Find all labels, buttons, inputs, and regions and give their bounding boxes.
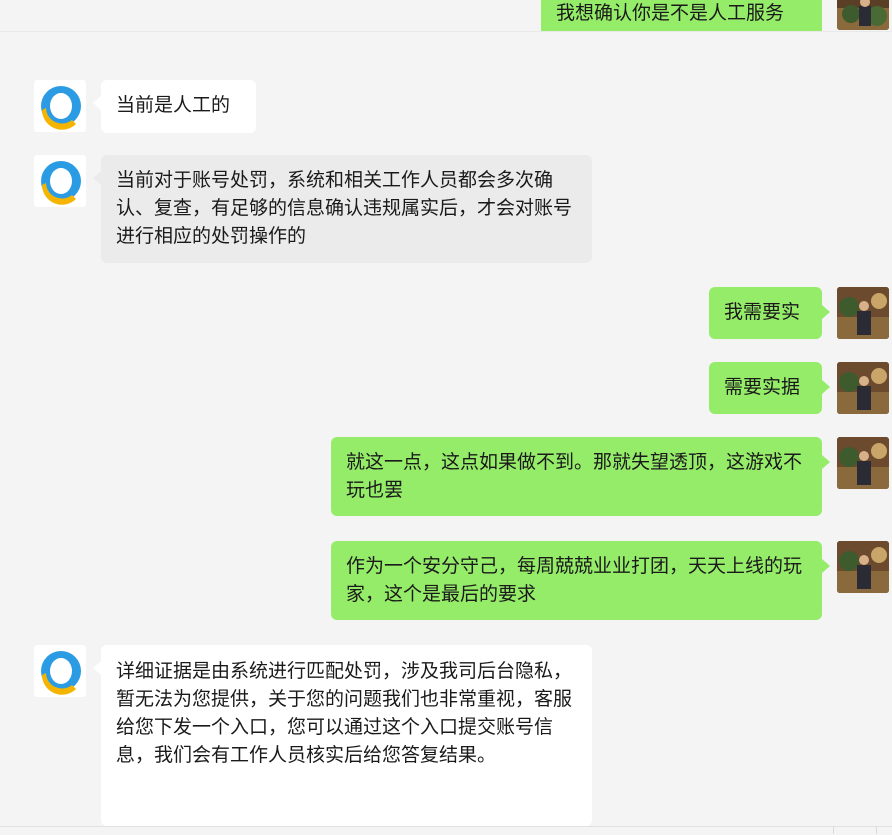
- message-text: 我想确认你是不是人工服务: [556, 2, 785, 24]
- message-bubble-other[interactable]: 当前是人工的: [93, 80, 256, 133]
- user-avatar[interactable]: [837, 437, 889, 489]
- message-text: 就这一点，这点如果做不到。那就失望透顶，这游戏不玩也罢: [346, 451, 803, 501]
- qq-penguin-icon: [41, 651, 81, 695]
- user-photo-icon: [837, 362, 889, 414]
- user-avatar[interactable]: [837, 362, 889, 414]
- message-text: 当前是人工的: [116, 94, 231, 116]
- bot-avatar[interactable]: [34, 80, 86, 132]
- message-bubble-self[interactable]: 需要实据: [709, 362, 830, 414]
- user-avatar[interactable]: [837, 541, 889, 593]
- message-text: 需要实据: [724, 376, 801, 398]
- user-photo-icon: [837, 541, 889, 593]
- message-bubble-other-hovered[interactable]: 当前对于账号处罚，系统和相关工作人员都会多次确认、复查，有足够的信息确认违规属实…: [93, 155, 592, 263]
- user-photo-icon: [837, 0, 889, 30]
- message-bubble-other[interactable]: 详细证据是由系统进行匹配处罚，涉及我司后台隐私，暂无法为您提供，关于您的问题我们…: [93, 645, 592, 826]
- user-avatar[interactable]: [837, 287, 889, 339]
- divider: [876, 826, 877, 834]
- user-avatar[interactable]: [837, 0, 889, 30]
- message-text: 我需要实: [724, 301, 801, 323]
- qq-penguin-icon: [41, 86, 81, 130]
- message-bubble-self[interactable]: 作为一个安分守己，每周兢兢业业打团，天天上线的玩家，这个是最后的要求: [331, 541, 830, 620]
- user-photo-icon: [837, 437, 889, 489]
- message-text: 作为一个安分守己，每周兢兢业业打团，天天上线的玩家，这个是最后的要求: [346, 555, 803, 605]
- message-text: 当前对于账号处罚，系统和相关工作人员都会多次确认、复查，有足够的信息确认违规属实…: [116, 169, 573, 247]
- divider: [833, 826, 834, 834]
- message-bubble-self[interactable]: 就这一点，这点如果做不到。那就失望透顶，这游戏不玩也罢: [331, 437, 830, 516]
- chat-top-edge: 我想确认你是不是人工服务: [0, 0, 892, 32]
- qq-penguin-icon: [41, 161, 81, 205]
- message-text: 详细证据是由系统进行匹配处罚，涉及我司后台隐私，暂无法为您提供，关于您的问题我们…: [116, 660, 573, 766]
- user-photo-icon: [837, 287, 889, 339]
- bot-avatar[interactable]: [34, 155, 86, 207]
- message-bubble-self-cut[interactable]: 我想确认你是不是人工服务: [541, 0, 822, 31]
- bot-avatar[interactable]: [34, 645, 86, 697]
- message-bubble-self[interactable]: 我需要实: [709, 287, 830, 339]
